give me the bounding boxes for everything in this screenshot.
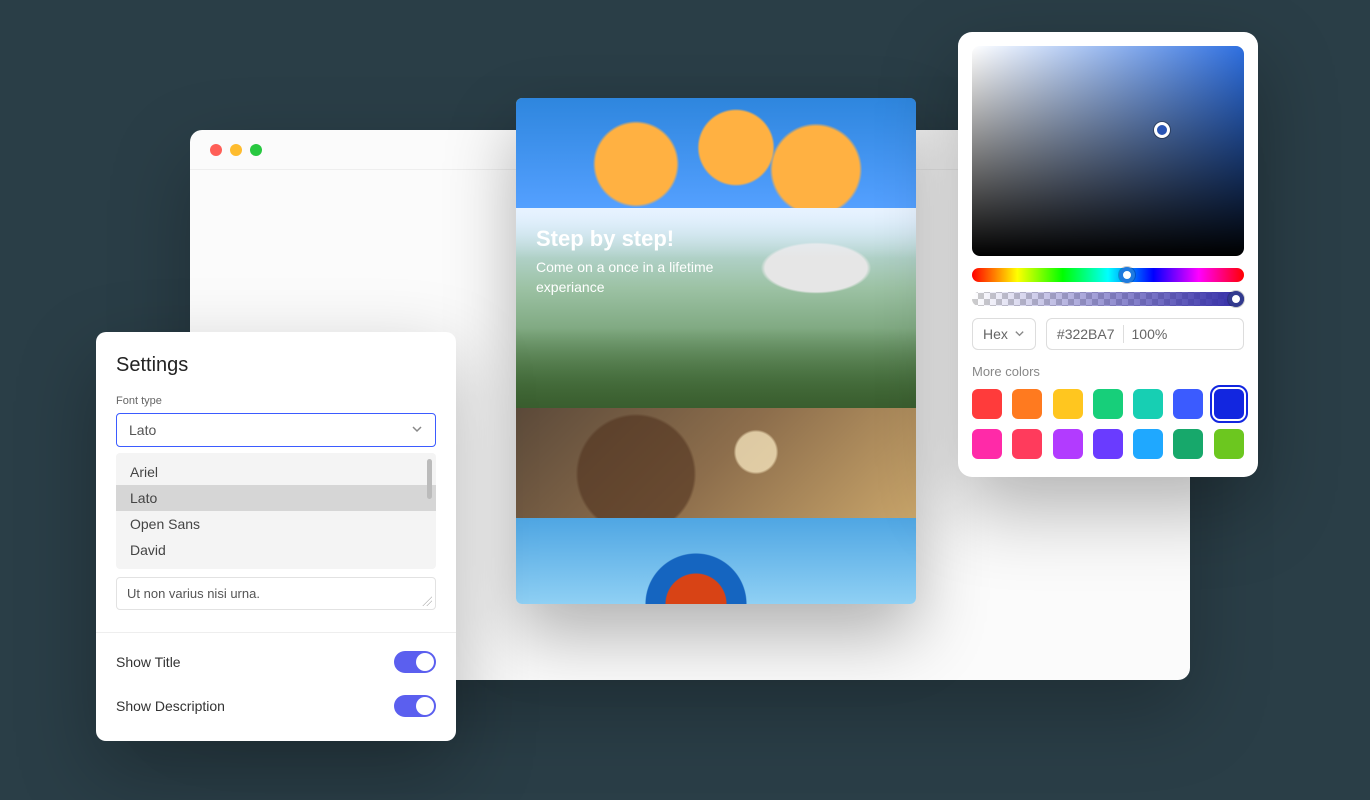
hue-slider-handle[interactable] [1119, 267, 1135, 283]
color-swatch[interactable] [1053, 429, 1083, 459]
font-option-ariel[interactable]: Ariel [116, 459, 436, 485]
slide-title: Step by step! [536, 226, 736, 252]
show-description-label: Show Description [116, 698, 225, 714]
color-saturation-area[interactable] [972, 46, 1244, 256]
color-picker-panel: Hex #322BA7 100% More colors [958, 32, 1258, 477]
font-option-lato[interactable]: Lato [116, 485, 436, 511]
color-swatch[interactable] [1093, 429, 1123, 459]
font-option-david[interactable]: David [116, 537, 436, 563]
more-colors-label: More colors [972, 364, 1244, 379]
window-close-icon[interactable] [210, 144, 222, 156]
show-title-toggle[interactable] [394, 651, 436, 673]
alpha-slider[interactable] [972, 292, 1244, 306]
carousel-slide-hiking[interactable]: Step by step! Come on a once in a lifeti… [516, 208, 916, 408]
color-swatch[interactable] [972, 389, 1002, 419]
carousel-slide-carousel-ride[interactable] [516, 518, 916, 604]
chevron-down-icon [411, 422, 423, 438]
color-swatch[interactable] [1133, 389, 1163, 419]
font-type-label: Font type [116, 395, 436, 407]
carousel-slide-toast[interactable] [516, 408, 916, 518]
font-option-open-sans[interactable]: Open Sans [116, 511, 436, 537]
color-swatch[interactable] [1173, 429, 1203, 459]
color-swatch[interactable] [1214, 389, 1244, 419]
resize-handle-icon[interactable] [422, 596, 432, 606]
color-value-input[interactable]: #322BA7 100% [1046, 318, 1244, 350]
color-swatch[interactable] [1133, 429, 1163, 459]
color-swatch[interactable] [1053, 389, 1083, 419]
color-mode-select[interactable]: Hex [972, 318, 1036, 350]
show-title-label: Show Title [116, 654, 181, 670]
color-picker-handle[interactable] [1154, 122, 1170, 138]
description-value: Ut non varius nisi urna. [127, 586, 260, 601]
font-type-select[interactable]: Lato [116, 413, 436, 447]
color-swatch[interactable] [1214, 429, 1244, 459]
settings-title: Settings [116, 354, 436, 377]
slide-subtitle: Come on a once in a lifetime experiance [536, 258, 736, 297]
color-mode-value: Hex [983, 326, 1008, 342]
description-textarea[interactable]: Ut non varius nisi urna. [116, 577, 436, 610]
input-divider [1123, 325, 1124, 343]
color-swatch[interactable] [1173, 389, 1203, 419]
show-description-toggle[interactable] [394, 695, 436, 717]
color-swatch[interactable] [1012, 429, 1042, 459]
color-swatch[interactable] [972, 429, 1002, 459]
color-swatch[interactable] [1012, 389, 1042, 419]
font-type-value: Lato [129, 422, 156, 438]
dropdown-scrollbar[interactable] [427, 459, 432, 499]
font-type-dropdown: Ariel Lato Open Sans David [116, 453, 436, 569]
window-minimize-icon[interactable] [230, 144, 242, 156]
color-swatch[interactable] [1093, 389, 1123, 419]
hue-slider[interactable] [972, 268, 1244, 282]
chevron-down-icon [1014, 326, 1025, 342]
color-swatches [972, 389, 1244, 459]
window-maximize-icon[interactable] [250, 144, 262, 156]
color-alpha-value: 100% [1132, 326, 1168, 342]
color-hex-value: #322BA7 [1057, 326, 1115, 342]
alpha-slider-handle[interactable] [1228, 291, 1244, 307]
settings-divider [96, 632, 456, 633]
carousel-slide-flowers[interactable] [516, 98, 916, 208]
settings-panel: Settings Font type Lato Ariel Lato Open … [96, 332, 456, 741]
carousel-preview: Step by step! Come on a once in a lifeti… [516, 98, 916, 604]
